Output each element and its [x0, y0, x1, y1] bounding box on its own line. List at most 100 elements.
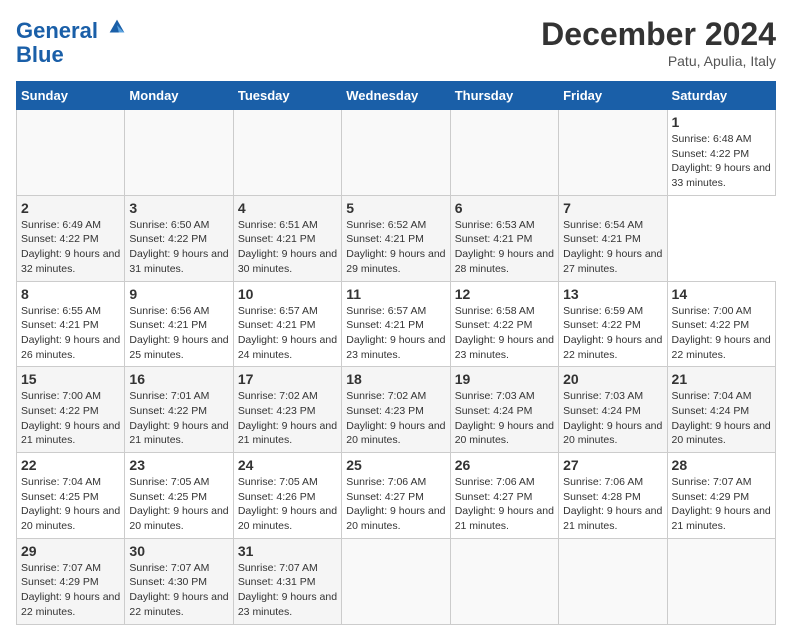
day-cell-29: 29 Sunrise: 7:07 AMSunset: 4:29 PMDayligh… — [17, 538, 125, 624]
empty-cell — [667, 538, 775, 624]
logo: General Blue — [16, 16, 128, 67]
day-cell-8: 8Sunrise: 6:55 AMSunset: 4:21 PMDaylight… — [17, 281, 125, 367]
day-number: 29 — [21, 543, 120, 559]
empty-cell — [559, 538, 667, 624]
day-info: Sunrise: 7:07 AMSunset: 4:29 PMDaylight:… — [21, 562, 120, 618]
empty-cell — [559, 110, 667, 196]
day-cell-13: 13Sunrise: 6:59 AMSunset: 4:22 PMDayligh… — [559, 281, 667, 367]
day-number: 25 — [346, 457, 445, 473]
day-cell-1: 1 Sunrise: 6:48 AMSunset: 4:22 PMDaylight… — [667, 110, 775, 196]
day-info: Sunrise: 7:02 AMSunset: 4:23 PMDaylight:… — [346, 390, 445, 446]
week-row-1: 2 Sunrise: 6:49 AMSunset: 4:22 PMDaylight… — [17, 195, 776, 281]
week-row-0: 1 Sunrise: 6:48 AMSunset: 4:22 PMDaylight… — [17, 110, 776, 196]
day-number: 5 — [346, 200, 445, 216]
empty-cell — [342, 538, 450, 624]
day-info: Sunrise: 6:53 AMSunset: 4:21 PMDaylight:… — [455, 219, 554, 275]
day-number: 2 — [21, 200, 120, 216]
day-cell-28: 28Sunrise: 7:07 AMSunset: 4:29 PMDayligh… — [667, 453, 775, 539]
day-number: 8 — [21, 286, 120, 302]
logo-line1: General — [16, 16, 128, 43]
day-info: Sunrise: 7:07 AMSunset: 4:30 PMDaylight:… — [129, 562, 228, 618]
day-header-friday: Friday — [559, 82, 667, 110]
day-number: 20 — [563, 371, 662, 387]
day-info: Sunrise: 7:00 AMSunset: 4:22 PMDaylight:… — [21, 390, 120, 446]
day-cell-23: 23 Sunrise: 7:05 AMSunset: 4:25 PMDayligh… — [125, 453, 233, 539]
day-number: 12 — [455, 286, 554, 302]
day-info: Sunrise: 7:00 AMSunset: 4:22 PMDaylight:… — [672, 305, 771, 361]
day-info: Sunrise: 6:51 AMSunset: 4:21 PMDaylight:… — [238, 219, 337, 275]
day-number: 3 — [129, 200, 228, 216]
day-number: 24 — [238, 457, 337, 473]
day-cell-30: 30 Sunrise: 7:07 AMSunset: 4:30 PMDayligh… — [125, 538, 233, 624]
day-cell-2: 2 Sunrise: 6:49 AMSunset: 4:22 PMDaylight… — [17, 195, 125, 281]
day-number: 31 — [238, 543, 337, 559]
calendar-body: 1 Sunrise: 6:48 AMSunset: 4:22 PMDaylight… — [17, 110, 776, 625]
day-cell-9: 9 Sunrise: 6:56 AMSunset: 4:21 PMDaylight… — [125, 281, 233, 367]
empty-cell — [342, 110, 450, 196]
day-number: 14 — [672, 286, 771, 302]
day-cell-14: 14 Sunrise: 7:00 AMSunset: 4:22 PMDayligh… — [667, 281, 775, 367]
day-number: 28 — [672, 457, 771, 473]
day-cell-24: 24 Sunrise: 7:05 AMSunset: 4:26 PMDayligh… — [233, 453, 341, 539]
day-info: Sunrise: 7:06 AMSunset: 4:28 PMDaylight:… — [563, 476, 662, 532]
day-number: 7 — [563, 200, 662, 216]
day-cell-17: 17Sunrise: 7:02 AMSunset: 4:23 PMDayligh… — [233, 367, 341, 453]
day-info: Sunrise: 7:05 AMSunset: 4:26 PMDaylight:… — [238, 476, 337, 532]
day-cell-27: 27 Sunrise: 7:06 AMSunset: 4:28 PMDayligh… — [559, 453, 667, 539]
empty-cell — [450, 538, 558, 624]
empty-cell — [450, 110, 558, 196]
week-row-3: 15Sunrise: 7:00 AMSunset: 4:22 PMDayligh… — [17, 367, 776, 453]
day-header-sunday: Sunday — [17, 82, 125, 110]
day-number: 10 — [238, 286, 337, 302]
day-number: 16 — [129, 371, 228, 387]
page-header: General Blue December 2024 Patu, Apulia,… — [16, 16, 776, 69]
day-cell-25: 25 Sunrise: 7:06 AMSunset: 4:27 PMDayligh… — [342, 453, 450, 539]
day-number: 23 — [129, 457, 228, 473]
day-header-tuesday: Tuesday — [233, 82, 341, 110]
day-cell-5: 5Sunrise: 6:52 AMSunset: 4:21 PMDaylight… — [342, 195, 450, 281]
day-info: Sunrise: 6:49 AMSunset: 4:22 PMDaylight:… — [21, 219, 120, 275]
day-cell-18: 18 Sunrise: 7:02 AMSunset: 4:23 PMDayligh… — [342, 367, 450, 453]
day-cell-21: 21Sunrise: 7:04 AMSunset: 4:24 PMDayligh… — [667, 367, 775, 453]
empty-cell — [17, 110, 125, 196]
day-cell-22: 22 Sunrise: 7:04 AMSunset: 4:25 PMDayligh… — [17, 453, 125, 539]
day-info: Sunrise: 6:48 AMSunset: 4:22 PMDaylight:… — [672, 133, 771, 189]
day-info: Sunrise: 6:57 AMSunset: 4:21 PMDaylight:… — [238, 305, 337, 361]
day-number: 6 — [455, 200, 554, 216]
day-info: Sunrise: 6:50 AMSunset: 4:22 PMDaylight:… — [129, 219, 228, 275]
week-row-2: 8Sunrise: 6:55 AMSunset: 4:21 PMDaylight… — [17, 281, 776, 367]
empty-cell — [125, 110, 233, 196]
day-number: 30 — [129, 543, 228, 559]
day-info: Sunrise: 7:06 AMSunset: 4:27 PMDaylight:… — [455, 476, 554, 532]
logo-line2: Blue — [16, 43, 128, 67]
day-cell-7: 7Sunrise: 6:54 AMSunset: 4:21 PMDaylight… — [559, 195, 667, 281]
day-cell-3: 3 Sunrise: 6:50 AMSunset: 4:22 PMDaylight… — [125, 195, 233, 281]
day-header-wednesday: Wednesday — [342, 82, 450, 110]
day-info: Sunrise: 7:01 AMSunset: 4:22 PMDaylight:… — [129, 390, 228, 446]
day-info: Sunrise: 7:05 AMSunset: 4:25 PMDaylight:… — [129, 476, 228, 532]
day-info: Sunrise: 7:04 AMSunset: 4:25 PMDaylight:… — [21, 476, 120, 532]
day-number: 17 — [238, 371, 337, 387]
day-cell-16: 16 Sunrise: 7:01 AMSunset: 4:22 PMDayligh… — [125, 367, 233, 453]
title-block: December 2024 Patu, Apulia, Italy — [541, 16, 776, 69]
day-cell-31: 31 Sunrise: 7:07 AMSunset: 4:31 PMDayligh… — [233, 538, 341, 624]
day-number: 1 — [672, 114, 771, 130]
day-header-monday: Monday — [125, 82, 233, 110]
day-number: 26 — [455, 457, 554, 473]
day-info: Sunrise: 7:07 AMSunset: 4:31 PMDaylight:… — [238, 562, 337, 618]
day-cell-15: 15Sunrise: 7:00 AMSunset: 4:22 PMDayligh… — [17, 367, 125, 453]
day-cell-6: 6 Sunrise: 6:53 AMSunset: 4:21 PMDaylight… — [450, 195, 558, 281]
day-info: Sunrise: 7:04 AMSunset: 4:24 PMDaylight:… — [672, 390, 771, 446]
day-cell-12: 12Sunrise: 6:58 AMSunset: 4:22 PMDayligh… — [450, 281, 558, 367]
day-number: 27 — [563, 457, 662, 473]
day-info: Sunrise: 6:56 AMSunset: 4:21 PMDaylight:… — [129, 305, 228, 361]
calendar-table: SundayMondayTuesdayWednesdayThursdayFrid… — [16, 81, 776, 625]
day-cell-11: 11Sunrise: 6:57 AMSunset: 4:21 PMDayligh… — [342, 281, 450, 367]
day-info: Sunrise: 7:06 AMSunset: 4:27 PMDaylight:… — [346, 476, 445, 532]
day-cell-19: 19Sunrise: 7:03 AMSunset: 4:24 PMDayligh… — [450, 367, 558, 453]
day-info: Sunrise: 7:03 AMSunset: 4:24 PMDaylight:… — [563, 390, 662, 446]
day-number: 22 — [21, 457, 120, 473]
day-number: 9 — [129, 286, 228, 302]
day-number: 18 — [346, 371, 445, 387]
day-cell-20: 20 Sunrise: 7:03 AMSunset: 4:24 PMDayligh… — [559, 367, 667, 453]
